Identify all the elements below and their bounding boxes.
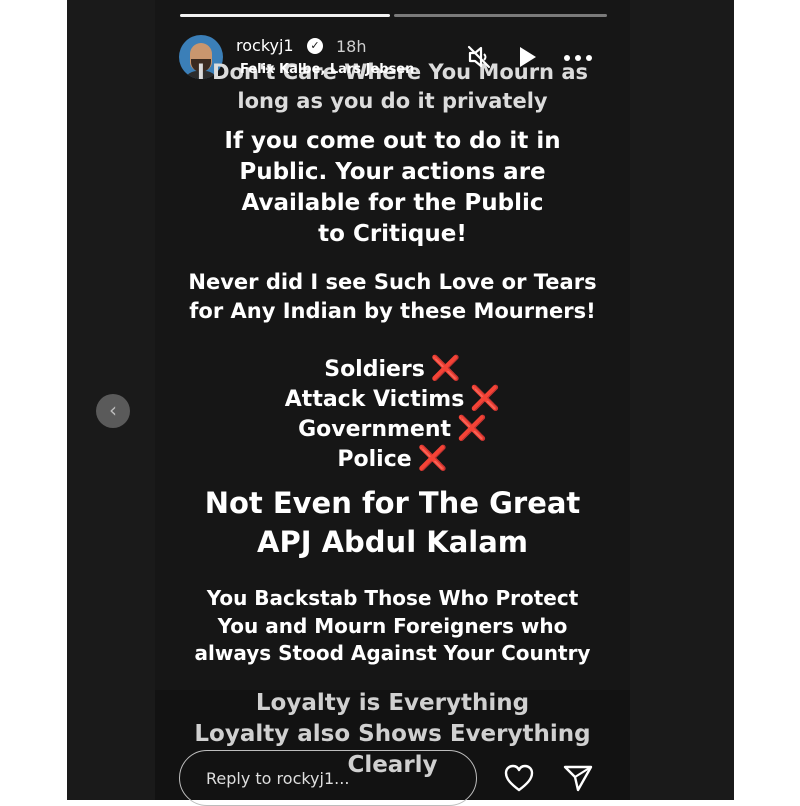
kalam-line: Not Even for The Great <box>204 486 581 520</box>
public-line: Public. Your actions are <box>239 159 546 185</box>
never-line: Never did I see Such Love or Tears <box>188 270 597 294</box>
more-dots-icon[interactable] <box>562 50 594 64</box>
loyalty-line: Loyalty is Everything <box>255 690 530 716</box>
story-timestamp: 18h <box>336 37 367 56</box>
list-item-label: Government <box>298 417 452 442</box>
paper-plane-icon[interactable] <box>561 762 595 794</box>
heart-icon[interactable] <box>502 762 536 794</box>
red-cross-icon: ❌ <box>430 354 461 382</box>
previous-story-button[interactable]: ‹ <box>96 394 130 428</box>
public-critique-text: If you come out to do it in Public. Your… <box>155 126 630 250</box>
story-progress-bar-next <box>394 14 607 17</box>
never-line: for Any Indian by these Mourners! <box>189 299 596 323</box>
list-item: Police ❌ <box>155 444 630 474</box>
red-cross-icon: ❌ <box>470 384 501 412</box>
list-item-label: Attack Victims <box>284 387 465 412</box>
public-line: If you come out to do it in <box>224 128 561 154</box>
red-cross-icon: ❌ <box>457 414 487 442</box>
backstab-text: You Backstab Those Who Protect You and M… <box>155 585 630 668</box>
kalam-line: APJ Abdul Kalam <box>257 525 528 559</box>
list-item-label: Soldiers <box>324 357 425 382</box>
reply-placeholder: Reply to rockyj1... <box>206 769 350 788</box>
public-line: Available for the Public <box>241 190 544 216</box>
intro-line: long as you do it privately <box>237 89 548 113</box>
backstab-line: You and Mourn Foreigners who <box>217 613 568 638</box>
loyalty-line: Loyalty also Shows Everything <box>194 721 591 747</box>
story-progress-bar-current <box>180 14 390 17</box>
backstab-line: always Stood Against Your Country <box>194 641 591 665</box>
music-label[interactable]: Felix Kalbe, Lars Jebsen <box>240 62 414 77</box>
kalam-heading: Not Even for The Great APJ Abdul Kalam <box>155 484 630 562</box>
play-icon[interactable] <box>514 44 540 70</box>
never-did-text: Never did I see Such Love or Tears for A… <box>155 268 630 326</box>
list-item: Attack Victims ❌ <box>155 384 630 414</box>
speaker-muted-icon[interactable] <box>466 44 492 70</box>
chevron-left-icon: ‹ <box>109 398 117 422</box>
red-cross-icon: ❌ <box>417 444 448 472</box>
list-item: Government ❌ <box>155 414 630 444</box>
verified-badge-icon: ✓ <box>307 38 323 54</box>
public-line: to Critique! <box>318 221 467 247</box>
not-mourned-list: Soldiers ❌ Attack Victims ❌ Government ❌ Po… <box>155 354 630 474</box>
backstab-line: You Backstab Those Who Protect <box>206 586 579 610</box>
reply-input[interactable]: Reply to rockyj1... <box>179 750 477 806</box>
list-item: Soldiers ❌ <box>155 354 630 384</box>
username[interactable]: rockyj1 <box>236 36 294 55</box>
list-item-label: Police <box>337 447 412 472</box>
